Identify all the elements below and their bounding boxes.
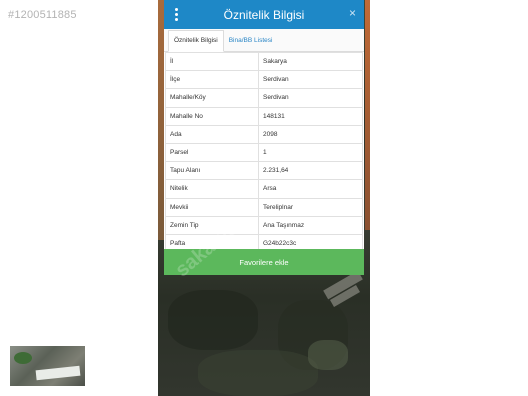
attribute-value: 2098: [258, 124, 363, 144]
attribute-key: Ada: [165, 124, 259, 144]
close-icon[interactable]: ×: [349, 6, 356, 20]
attribute-key: Mevkii: [165, 197, 259, 217]
table-row: Nitelik Arsa: [165, 179, 363, 199]
map-terrain: [168, 290, 258, 350]
attribute-key: Mahalle No: [165, 106, 259, 126]
modal-tabs: Öznitelik Bilgisi Bina/BB Listesi: [164, 29, 364, 52]
map-terrain: [308, 340, 348, 370]
attribute-value: Serdivan: [258, 88, 363, 108]
map-terrain: [198, 350, 318, 396]
map-edge-right: [365, 0, 370, 230]
table-row: Parsel 1: [165, 142, 363, 163]
table-row: Tapu Alanı 2.231,64: [165, 161, 363, 181]
attribute-key: Parsel: [165, 142, 259, 163]
attribute-key: Mahalle/Köy: [165, 88, 259, 108]
table-row: İlçe Serdivan: [165, 70, 363, 90]
tab-attribute-info[interactable]: Öznitelik Bilgisi: [168, 30, 224, 52]
attribute-key: Tapu Alanı: [165, 161, 259, 181]
table-row: Zemin Tip Ana Taşınmaz: [165, 215, 363, 235]
attribute-key: İl: [165, 51, 259, 72]
attribute-value: Arsa: [258, 179, 363, 199]
table-row: Ada 2098: [165, 124, 363, 144]
modal-header: Öznitelik Bilgisi ×: [164, 0, 364, 29]
thumbnail-tree: [14, 352, 32, 364]
attribute-value: 1: [258, 142, 363, 163]
attribute-key: Nitelik: [165, 179, 259, 199]
table-row: Mevkii Tereliplnar: [165, 197, 363, 217]
listing-thumbnail[interactable]: [10, 346, 85, 386]
attribute-info-modal: Öznitelik Bilgisi × Öznitelik Bilgisi Bi…: [164, 0, 364, 275]
attribute-key: İlçe: [165, 70, 259, 90]
attribute-value: 148131: [258, 106, 363, 126]
tab-building-list[interactable]: Bina/BB Listesi: [224, 31, 278, 51]
attribute-value: Tereliplnar: [258, 197, 363, 217]
attribute-value: Ana Taşınmaz: [258, 215, 363, 235]
table-row: İl Sakarya: [165, 51, 363, 72]
thumbnail-building: [35, 365, 81, 381]
attribute-value: Serdivan: [258, 70, 363, 90]
attribute-value: Sakarya: [258, 51, 363, 72]
add-to-favorites-button[interactable]: Favorilere ekle: [164, 249, 364, 275]
table-row: Mahalle/Köy Serdivan: [165, 88, 363, 108]
attribute-table: İl Sakarya İlçe Serdivan Mahalle/Köy Ser…: [165, 51, 363, 254]
listing-id: #1200511885: [8, 9, 77, 21]
table-row: Mahalle No 148131: [165, 106, 363, 126]
attribute-key: Zemin Tip: [165, 215, 259, 235]
vertical-dots-menu-icon[interactable]: [174, 8, 178, 21]
attribute-value: 2.231,64: [258, 161, 363, 181]
modal-title: Öznitelik Bilgisi: [223, 7, 305, 22]
